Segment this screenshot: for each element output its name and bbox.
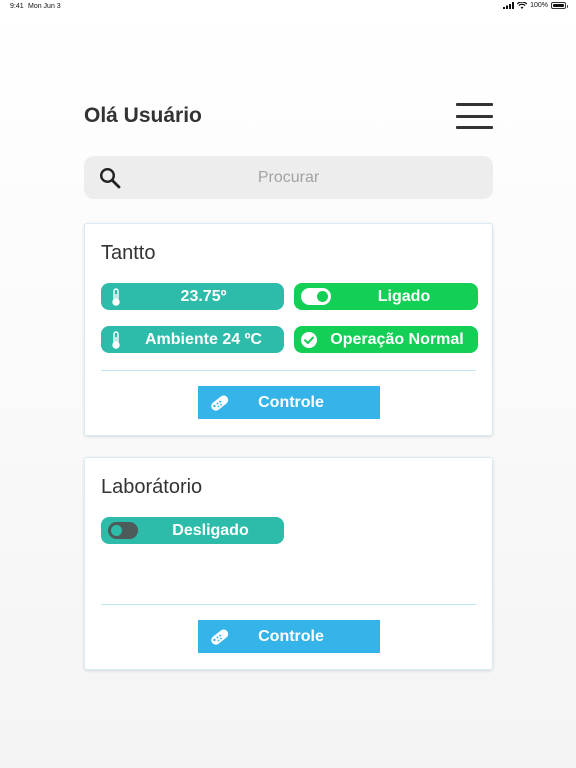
card-divider xyxy=(101,370,476,371)
status-time: 9:41 xyxy=(10,3,24,10)
remote-control-icon xyxy=(198,391,240,415)
battery-percentage: 100% xyxy=(530,2,548,9)
header: Olá Usuário xyxy=(84,98,493,134)
status-indicators: 100% xyxy=(503,2,568,9)
wifi-icon xyxy=(517,2,528,9)
power-toggle[interactable]: Desligado xyxy=(101,517,284,544)
control-button-label: Controle xyxy=(258,393,324,411)
search-icon[interactable] xyxy=(98,166,122,190)
check-circle-icon xyxy=(294,331,324,349)
status-bar: 9:41 Mon Jun 3 100% xyxy=(0,0,576,14)
device-card-tantto: Tantto 23.75º Ligado Ambiente 24 ºC Oper… xyxy=(84,223,493,436)
thermometer-icon xyxy=(101,330,131,349)
power-status-label: Desligado xyxy=(172,521,249,539)
control-button[interactable]: Controle xyxy=(198,386,380,419)
power-toggle[interactable]: Ligado xyxy=(294,283,478,310)
temperature-value: 23.75º xyxy=(180,287,227,305)
search-bar xyxy=(84,156,493,199)
control-button[interactable]: Controle xyxy=(198,620,380,653)
search-input[interactable] xyxy=(84,156,493,199)
temperature-badge: 23.75º xyxy=(101,283,284,310)
cellular-signal-icon xyxy=(503,2,515,9)
power-status-label: Ligado xyxy=(377,287,431,305)
device-name: Tantto xyxy=(101,242,156,264)
remote-control-icon xyxy=(198,625,240,649)
toggle-on-icon[interactable] xyxy=(301,288,331,305)
operation-status-label: Operação Normal xyxy=(330,330,464,348)
ambient-temperature-badge: Ambiente 24 ºC xyxy=(101,326,284,353)
card-divider xyxy=(101,604,476,605)
hamburger-menu-icon[interactable] xyxy=(456,103,493,129)
device-card-laboratorio: Laborátorio Desligado Controle xyxy=(84,457,493,670)
operation-status-badge: Operação Normal xyxy=(294,326,478,353)
thermometer-icon xyxy=(101,287,131,306)
toggle-off-icon[interactable] xyxy=(108,522,138,539)
status-date: Mon Jun 3 xyxy=(28,3,61,10)
battery-icon xyxy=(551,2,568,9)
control-button-label: Controle xyxy=(258,627,324,645)
device-name: Laborátorio xyxy=(101,476,203,498)
ambient-temperature-value: Ambiente 24 ºC xyxy=(145,330,262,348)
greeting-title: Olá Usuário xyxy=(84,104,202,127)
